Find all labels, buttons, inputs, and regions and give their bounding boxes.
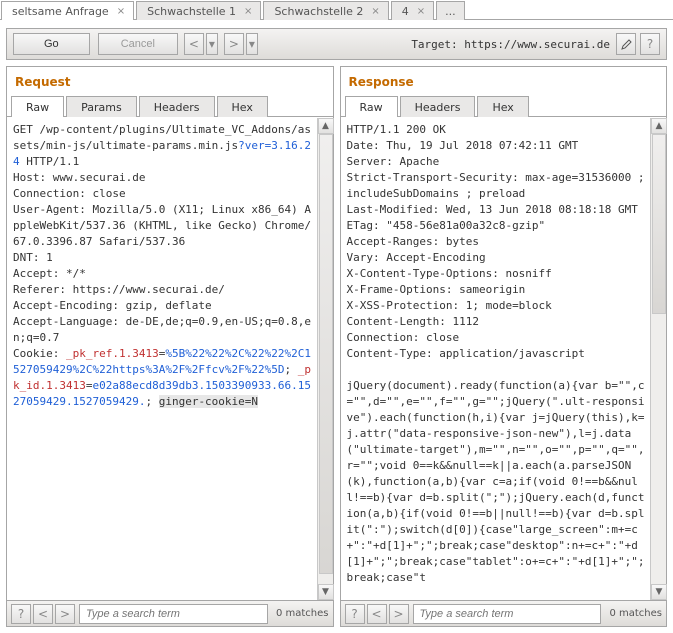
dossier-tab[interactable]: ... <box>436 1 465 20</box>
search-next-button[interactable]: > <box>389 604 409 624</box>
search-next-button[interactable]: > <box>55 604 75 624</box>
request-search-input[interactable] <box>79 604 268 624</box>
dossier-tabs: seltsame Anfrage×Schwachstelle 1×Schwach… <box>0 0 673 20</box>
tab-raw[interactable]: Raw <box>345 96 398 117</box>
tab-headers[interactable]: Headers <box>400 96 476 117</box>
search-prev-button[interactable]: < <box>367 604 387 624</box>
history-back-button[interactable]: < <box>184 33 204 55</box>
response-subtabs: RawHeadersHex <box>341 95 667 117</box>
target-label: Target: https://www.securai.de <box>411 38 610 51</box>
response-title: Response <box>341 67 667 95</box>
close-icon[interactable]: × <box>371 6 379 17</box>
repeater-toolbar: Go Cancel < ▾ > ▾ Target: https://www.se… <box>6 28 667 60</box>
scroll-up-icon[interactable]: ▲ <box>318 118 334 134</box>
dossier-tab[interactable]: 4× <box>391 1 434 20</box>
response-search-input[interactable] <box>413 604 602 624</box>
history-nav: < ▾ <box>184 33 218 55</box>
tab-hex[interactable]: Hex <box>217 96 268 117</box>
dossier-tab[interactable]: Schwachstelle 1 × <box>136 1 261 20</box>
history-back-dropdown[interactable]: ▾ <box>206 33 218 55</box>
close-icon[interactable]: × <box>417 6 425 17</box>
cancel-button[interactable]: Cancel <box>98 33 178 55</box>
dossier-tab[interactable]: seltsame Anfrage × <box>1 1 134 20</box>
scroll-down-icon[interactable]: ▼ <box>651 584 667 600</box>
dossier-tab-label: Schwachstelle 1 <box>147 5 236 18</box>
response-raw-viewer[interactable]: HTTP/1.1 200 OK Date: Thu, 19 Jul 2018 0… <box>341 118 651 600</box>
split-container: Request RawParamsHeadersHex GET /wp-cont… <box>0 60 673 633</box>
request-scrollbar[interactable]: ▲ ▼ <box>317 118 333 600</box>
response-pane: Response RawHeadersHex HTTP/1.1 200 OK D… <box>340 66 668 627</box>
tab-hex[interactable]: Hex <box>477 96 528 117</box>
request-raw-editor[interactable]: GET /wp-content/plugins/Ultimate_VC_Addo… <box>7 118 317 600</box>
response-search-bar: ? < > 0 matches <box>341 600 667 626</box>
pencil-icon <box>621 39 632 50</box>
scroll-up-icon[interactable]: ▲ <box>651 118 667 134</box>
tab-headers[interactable]: Headers <box>139 96 215 117</box>
dossier-tab-label: 4 <box>402 5 409 18</box>
request-search-bar: ? < > 0 matches <box>7 600 333 626</box>
request-pane: Request RawParamsHeadersHex GET /wp-cont… <box>6 66 334 627</box>
scroll-down-icon[interactable]: ▼ <box>318 584 334 600</box>
request-raw-wrap: GET /wp-content/plugins/Ultimate_VC_Addo… <box>7 117 333 600</box>
history-forward-dropdown[interactable]: ▾ <box>246 33 258 55</box>
search-options-button[interactable]: ? <box>345 604 365 624</box>
tab-params[interactable]: Params <box>66 96 137 117</box>
help-button[interactable]: ? <box>640 33 660 55</box>
go-button[interactable]: Go <box>13 33 90 55</box>
dossier-tab-label: Schwachstelle 2 <box>274 5 363 18</box>
tab-raw[interactable]: Raw <box>11 96 64 117</box>
request-match-count: 0 matches <box>276 608 329 619</box>
scroll-thumb[interactable] <box>319 134 333 574</box>
search-prev-button[interactable]: < <box>33 604 53 624</box>
search-options-button[interactable]: ? <box>11 604 31 624</box>
response-match-count: 0 matches <box>609 608 662 619</box>
response-raw-wrap: HTTP/1.1 200 OK Date: Thu, 19 Jul 2018 0… <box>341 117 667 600</box>
history-nav-fwd: > ▾ <box>224 33 258 55</box>
dossier-tab-label: ... <box>445 5 456 18</box>
scroll-thumb[interactable] <box>652 134 666 314</box>
close-icon[interactable]: × <box>117 6 125 17</box>
history-forward-button[interactable]: > <box>224 33 244 55</box>
request-subtabs: RawParamsHeadersHex <box>7 95 333 117</box>
request-title: Request <box>7 67 333 95</box>
close-icon[interactable]: × <box>244 6 252 17</box>
edit-target-button[interactable] <box>616 33 636 55</box>
dossier-tab[interactable]: Schwachstelle 2 × <box>263 1 388 20</box>
dossier-tab-label: seltsame Anfrage <box>12 5 109 18</box>
response-scrollbar[interactable]: ▲ ▼ <box>650 118 666 600</box>
